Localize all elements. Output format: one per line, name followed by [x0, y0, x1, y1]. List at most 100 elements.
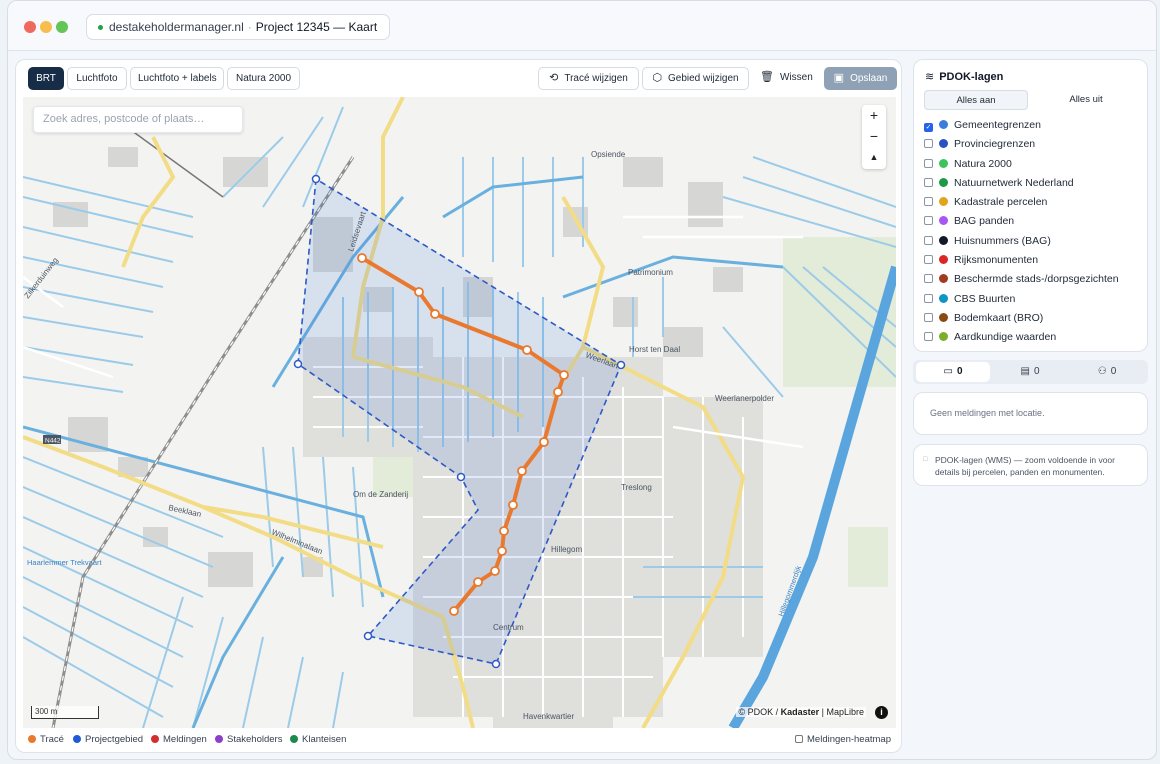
map-label-n442: N442 [45, 438, 61, 445]
layer-row[interactable]: Beschermde stads-/dorpsgezichten [924, 270, 1144, 289]
layer-label: Rijksmonumenten [954, 254, 1039, 267]
layer-color-dot-icon [939, 255, 948, 265]
zoom-in-button[interactable]: + [862, 105, 886, 126]
attribution-kadaster[interactable]: Kadaster [781, 707, 820, 717]
tab-stakeholders[interactable]: ⚇ 0 [1070, 362, 1144, 382]
attribution-prefix: © PDOK / [738, 707, 781, 717]
layer-row[interactable]: CBS Buurten [924, 290, 1144, 309]
save-button[interactable]: ▣ Opslaan [824, 67, 897, 90]
wms-note-text: PDOK-lagen (WMS) — zoom voldoende in voo… [935, 455, 1115, 477]
layer-label: Aardkundige waarden [954, 331, 1057, 344]
basemap-luchtfoto-button[interactable]: Luchtfoto [67, 67, 127, 90]
layers-panel: ≋ PDOK-lagen Alles aan Alles uit ✓ Gemeent… [913, 59, 1148, 352]
layer-label: Gemeentegrenzen [954, 119, 1041, 131]
layer-checkbox[interactable] [924, 274, 933, 284]
map-label-weerlanerpolder: Weerlanerpolder [715, 394, 774, 403]
basemap-luchtfoto-labels-button[interactable]: Luchtfoto + labels [130, 67, 224, 90]
layer-row[interactable]: Rijksmonumenten [924, 251, 1144, 270]
map-label-centrum: Centrum [493, 623, 524, 632]
layer-row[interactable]: Provinciegrenzen [924, 135, 1144, 154]
map-legend: Tracé Projectgebied Meldingen Stakeholde… [16, 732, 901, 752]
layer-row[interactable]: BAG panden [924, 212, 1144, 231]
basemap-natura2000-button[interactable]: Natura 2000 [227, 67, 300, 90]
edit-route-button[interactable]: ⟲ Tracé wijzigen [538, 67, 639, 90]
address-bar[interactable]: destakeholdermanager.nl · Project 12345 — … [86, 14, 391, 40]
users-icon: ⚇ [1097, 366, 1107, 377]
layer-row[interactable]: Natuurnetwerk Nederland [924, 174, 1144, 193]
tab-stakeholders-count: 0 [1110, 366, 1117, 377]
layer-checkbox[interactable] [924, 177, 933, 187]
layer-list: ✓ Gemeentegrenzen Provinciegrenzen Natura 2… [924, 116, 1144, 348]
basemap-brt-button[interactable]: BRT [28, 67, 64, 90]
legend-item-trace: Tracé [28, 734, 64, 745]
title-bar: destakeholdermanager.nl · Project 12345 — … [8, 1, 1156, 51]
layer-checkbox[interactable] [924, 293, 933, 303]
layer-row[interactable]: Kadastrale percelen [924, 193, 1144, 212]
maximize-window-button[interactable] [56, 21, 68, 33]
layer-checkbox[interactable] [924, 216, 933, 226]
map-label-hillegom: Hillegom [551, 545, 582, 554]
attribution-info-icon[interactable]: i [875, 706, 888, 719]
layer-label: Huisnummers (BAG) [954, 234, 1051, 247]
app-window: destakeholdermanager.nl · Project 12345 — … [7, 0, 1157, 760]
save-icon: ▣ [833, 72, 845, 84]
layer-checkbox[interactable] [924, 235, 933, 245]
layer-label: Kadastrale percelen [954, 196, 1048, 209]
url-domain: destakeholdermanager.nl [109, 20, 244, 34]
layer-checkbox[interactable] [924, 312, 933, 322]
attribution-maplibre[interactable]: MapLibre [826, 707, 864, 717]
map-card: BRT Luchtfoto Luchtfoto + labels Natura … [15, 59, 902, 753]
clear-label: Wissen [779, 72, 813, 83]
layer-checkbox[interactable] [924, 255, 933, 265]
tab-tasks-count: 0 [1033, 366, 1040, 377]
layer-row[interactable]: Aardkundige waarden [924, 328, 1144, 347]
edit-area-label: Gebied wijzigen [668, 73, 739, 84]
tab-tasks[interactable]: ▤ 0 [993, 362, 1067, 382]
layer-label: Natuurnetwerk Nederland [954, 176, 1074, 189]
layer-checkbox[interactable] [924, 158, 933, 168]
zoom-control: + − ▲ [862, 105, 886, 169]
save-label: Opslaan [850, 73, 888, 84]
meldingen-swatch-icon [151, 735, 159, 743]
layers-header: ≋ PDOK-lagen [925, 70, 1003, 83]
layer-label: Provinciegrenzen [954, 138, 1036, 151]
layer-color-dot-icon [939, 235, 948, 245]
layer-label: Beschermde stads-/dorpsgezichten [954, 273, 1119, 286]
layer-row[interactable]: ✓ Gemeentegrenzen [924, 116, 1144, 135]
layer-label: BAG panden [954, 215, 1015, 228]
layer-checkbox[interactable] [924, 332, 933, 342]
legend-label: Meldingen [163, 734, 207, 745]
close-window-button[interactable] [24, 21, 36, 33]
compass-button[interactable]: ▲ [862, 147, 886, 168]
tab-messages[interactable]: ▭ 0 [916, 362, 990, 382]
layer-checkbox[interactable]: ✓ [924, 123, 933, 132]
wms-note-panel: □ PDOK-lagen (WMS) — zoom voldoende in v… [913, 444, 1148, 486]
zoom-out-button[interactable]: − [862, 126, 886, 147]
minimize-window-button[interactable] [40, 21, 52, 33]
heatmap-toggle[interactable]: Meldingen-heatmap [795, 734, 891, 745]
all-off-button[interactable]: Alles uit [1034, 90, 1138, 110]
legend-label: Stakeholders [227, 734, 283, 745]
layer-row[interactable]: Huisnummers (BAG) [924, 232, 1144, 251]
layer-checkbox[interactable] [924, 197, 933, 207]
map-toolbar: BRT Luchtfoto Luchtfoto + labels Natura … [16, 60, 901, 98]
layer-row[interactable]: Bodemkaart (BRO) [924, 309, 1144, 328]
layer-color-dot-icon [939, 274, 948, 284]
legend-item-stakeholders: Stakeholders [215, 734, 282, 745]
info-small-icon: □ [923, 456, 928, 463]
layers-icon: ≋ [925, 71, 935, 83]
map-basemap: Opsiende Patrimonium Horst ten Daal Weer… [23, 97, 896, 728]
heatmap-checkbox[interactable] [795, 735, 804, 743]
messages-panel: Geen meldingen met locatie. [913, 392, 1148, 435]
layer-row[interactable]: Natura 2000 [924, 155, 1144, 174]
edit-area-button[interactable]: ⬡ Gebied wijzigen [642, 67, 749, 90]
empty-messages-text: Geen meldingen met locatie. [930, 408, 1045, 418]
map-canvas[interactable]: Opsiende Patrimonium Horst ten Daal Weer… [23, 97, 896, 728]
clear-button[interactable]: 🗑 Wissen [753, 67, 815, 90]
layer-color-dot-icon [939, 120, 948, 129]
search-input[interactable]: Zoek adres, postcode of plaats… [33, 106, 243, 133]
all-on-button[interactable]: Alles aan [924, 90, 1028, 110]
layer-checkbox[interactable] [924, 139, 933, 149]
side-tabs: ▭ 0 ▤ 0 ⚇ 0 [913, 360, 1148, 384]
secure-dot-icon [98, 25, 103, 30]
